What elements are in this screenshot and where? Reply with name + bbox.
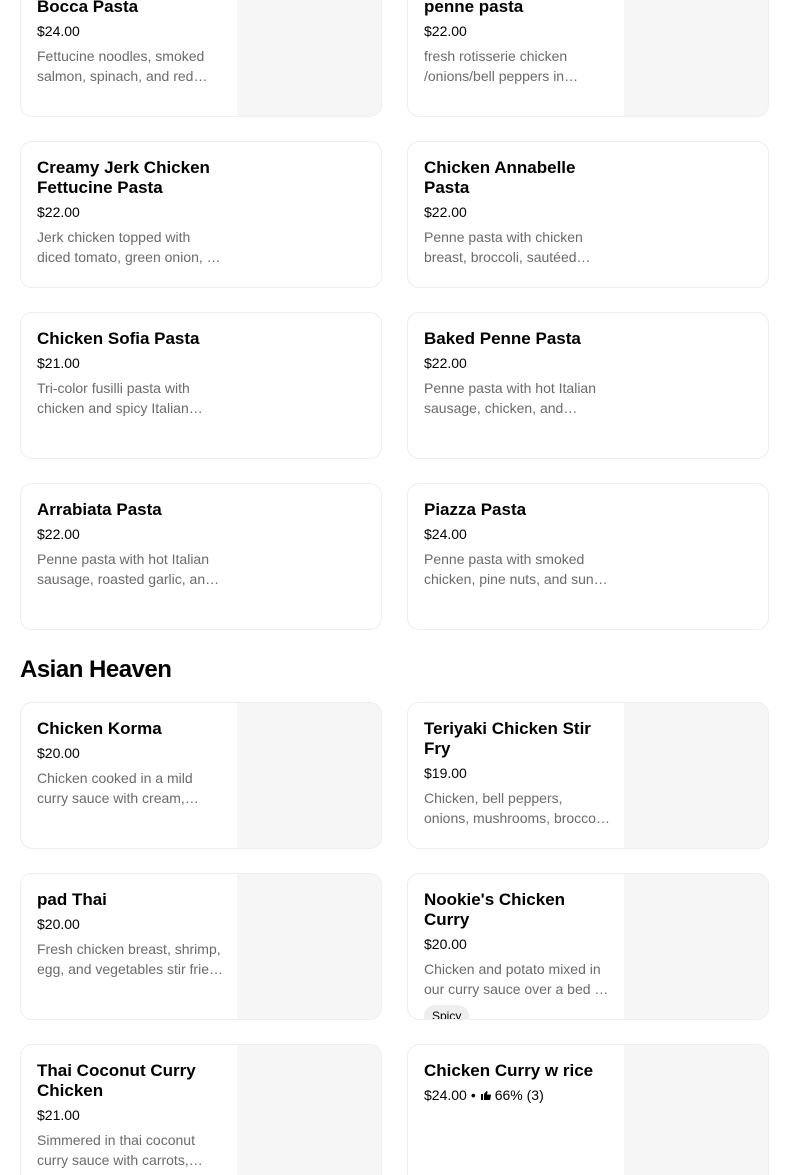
menu-item-card[interactable]: Chicken Sofia Pasta $21.00 Tri-color fus… — [20, 312, 382, 459]
thumbs-up-icon — [480, 1091, 491, 1100]
item-description: Chicken, bell peppers, onions, mushrooms… — [424, 790, 603, 826]
menu-item-card[interactable]: Chicken Annabelle Pasta $22.00 Penne pas… — [407, 141, 769, 288]
item-description: Penne pasta with hot Italian sausage, ro… — [37, 551, 213, 587]
item-name: pad Thai — [37, 890, 107, 909]
menu-item-card[interactable]: Thai Coconut Curry Chicken $21.00 Simmer… — [20, 1044, 382, 1175]
item-price: $19.00 — [424, 765, 467, 781]
item-price: $24.00 — [37, 23, 80, 39]
item-description: Chicken cooked in a mild curry sauce wit… — [37, 770, 193, 806]
item-description: Jerk chicken topped with diced tomato, g… — [37, 229, 218, 265]
item-description: Simmered in thai coconut curry sauce wit… — [37, 1132, 195, 1168]
item-description: Chicken and potato mixed in our curry sa… — [424, 961, 607, 997]
menu-item-card[interactable]: Arrabiata Pasta $22.00 Penne pasta with … — [20, 483, 382, 630]
item-name: Piazza Pasta — [424, 500, 527, 519]
menu-item-card[interactable]: Chicken Curry w rice $24.00 • 66% (3) — [407, 1044, 769, 1175]
item-price: $22.00 — [37, 204, 80, 220]
item-price: $22.00 — [37, 526, 80, 542]
item-price: $22.00 — [424, 23, 467, 39]
item-description: Fettucine noodles, smoked salmon, spinac… — [37, 48, 205, 84]
menu-item-card[interactable]: Chicken Creamy Curry penne pasta $22.00 … — [407, 0, 769, 117]
spicy-badge: Spicy — [424, 1005, 470, 1019]
menu-item-card[interactable]: Bocca Pasta $24.00 Fettucine noodles, sm… — [20, 0, 382, 117]
menu-item-card[interactable]: pad Thai $20.00 Fresh chicken breast, sh… — [20, 873, 382, 1020]
item-image — [237, 874, 381, 1019]
item-image — [237, 0, 381, 116]
menu-item-card[interactable]: Nookie's Chicken Curry $20.00 Chicken an… — [407, 873, 769, 1020]
menu-item-card[interactable]: Creamy Jerk Chicken Fettucine Pasta $22.… — [20, 141, 382, 288]
item-description: Tri-color fusilli pasta with chicken and… — [37, 380, 190, 416]
item-image — [237, 703, 381, 848]
menu-item-card[interactable]: Baked Penne Pasta $22.00 Penne pasta wit… — [407, 312, 769, 459]
menu-item-card[interactable]: Piazza Pasta $24.00 Penne pasta with smo… — [407, 483, 769, 630]
item-description: Penne pasta with chicken breast, broccol… — [424, 229, 583, 265]
item-name: Teriyaki Chicken Stir Fry — [424, 719, 591, 758]
item-name: Bocca Pasta — [37, 0, 139, 16]
section-title: Asian Heaven — [20, 656, 172, 683]
item-image — [237, 1045, 381, 1175]
item-image — [624, 703, 768, 848]
item-price: $20.00 — [37, 745, 80, 761]
item-image — [624, 1045, 768, 1175]
item-price: $21.00 — [37, 355, 80, 371]
item-price: $21.00 — [37, 1107, 80, 1123]
separator-dot: • — [470, 1087, 476, 1103]
item-name: Chicken Annabelle Pasta — [424, 158, 576, 197]
item-name: Chicken Korma — [37, 719, 162, 738]
item-price: $24.00 — [424, 1087, 467, 1103]
item-description: Penne pasta with hot Italian sausage, ch… — [424, 380, 597, 416]
item-price: $24.00 — [424, 526, 467, 542]
menu-item-card[interactable]: Teriyaki Chicken Stir Fry $19.00 Chicken… — [407, 702, 769, 849]
item-name: Baked Penne Pasta — [424, 329, 581, 348]
item-price: $20.00 — [424, 936, 467, 952]
item-name: Chicken Creamy Curry penne pasta — [424, 0, 524, 16]
item-description: Fresh chicken breast, shrimp, egg, and v… — [37, 941, 221, 977]
item-name: Chicken Sofia Pasta — [37, 329, 200, 348]
item-price: $20.00 — [37, 916, 80, 932]
item-name: Thai Coconut Curry Chicken — [37, 1061, 196, 1100]
item-image — [624, 0, 768, 116]
item-price-line: $24.00 • 66% (3) — [424, 1086, 610, 1104]
menu-item-card[interactable]: Chicken Korma $20.00 Chicken cooked in a… — [20, 702, 382, 849]
item-image — [624, 874, 768, 1019]
item-name: Nookie's Chicken Curry — [424, 890, 566, 929]
item-name: Chicken Curry w rice — [424, 1061, 594, 1080]
item-name: Arrabiata Pasta — [37, 500, 162, 519]
item-description: fresh rotisserie chicken /onions/bell pe… — [424, 48, 568, 84]
item-price: $22.00 — [424, 355, 467, 371]
item-rating: 66% (3) — [494, 1087, 544, 1103]
item-name: Creamy Jerk Chicken Fettucine Pasta — [37, 158, 210, 197]
item-description: Penne pasta with smoked chicken, pine nu… — [424, 551, 599, 587]
item-price: $22.00 — [424, 204, 467, 220]
